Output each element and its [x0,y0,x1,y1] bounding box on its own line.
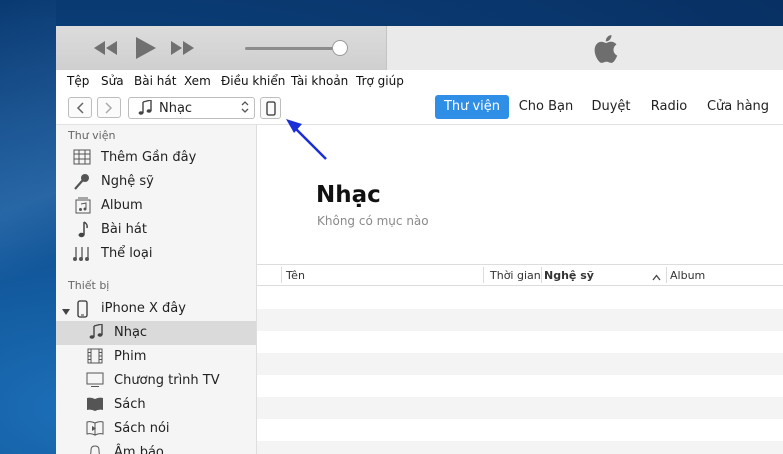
sidebar-item-label: Nghệ sỹ [101,174,154,189]
apple-logo-icon [592,35,618,67]
menu-help[interactable]: Trợ giúp [356,74,404,88]
tab-browse[interactable]: Duyệt [586,95,636,119]
sidebar-item-label: Album [101,198,143,213]
menu-bar: Tệp Sửa Bài hát Xem Điều khiển Tài khoản… [56,70,783,92]
tab-library[interactable]: Thư viện [435,95,509,119]
chevron-left-icon [76,101,84,114]
column-divider [541,267,542,283]
audiobook-icon [86,420,104,440]
tab-radio[interactable]: Radio [644,95,694,119]
sidebar: Thư viện Thêm Gần đây Nghệ sỹ Album Bài … [56,125,257,454]
toolbar: Nhạc Thư viện Cho Bạn Duyệt Radio Cửa hà… [56,92,783,125]
menu-song[interactable]: Bài hát [134,74,176,88]
menu-file[interactable]: Tệp [67,74,89,88]
sidebar-item-label: Âm báo [114,445,164,454]
menu-account[interactable]: Tài khoản [291,74,348,88]
column-divider [281,267,282,283]
sidebar-devices-header: Thiết bị [68,279,110,292]
music-note-icon [77,221,89,243]
sort-ascending-icon [652,270,661,285]
table-header: Tên Thời gian Nghệ sỹ Album [257,264,783,286]
sidebar-item-label: Chương trình TV [114,373,220,388]
sidebar-device-iphone[interactable]: iPhone X đây [56,297,256,321]
sidebar-device-item-tv-shows[interactable]: Chương trình TV [56,369,256,393]
sidebar-item-albums[interactable]: Album [56,194,256,218]
grid-icon [73,149,91,169]
volume-knob[interactable] [332,40,348,56]
play-icon [136,37,156,59]
iphone-icon [265,100,276,116]
iphone-icon [77,300,88,322]
book-icon [86,396,104,416]
back-button[interactable] [68,97,92,118]
table-row [257,397,783,419]
device-button[interactable] [260,97,281,119]
chevron-updown-icon [241,100,249,118]
sidebar-item-label: Sách nói [114,421,170,436]
sidebar-item-recently-added[interactable]: Thêm Gần đây [56,146,256,170]
page-subtitle: Không có mục nào [317,214,429,228]
sidebar-item-label: Nhạc [114,325,148,340]
sidebar-item-label: Thêm Gần đây [101,150,197,165]
page-title: Nhạc [316,182,381,208]
fast-forward-icon [171,41,194,55]
disclosure-triangle-icon[interactable] [62,304,70,319]
rewind-icon [94,41,117,55]
column-name[interactable]: Tên [286,269,305,282]
column-artist[interactable]: Nghệ sỹ [544,269,594,282]
fast-forward-button[interactable] [171,41,195,55]
sidebar-item-label: Sách [114,397,146,412]
sidebar-item-label: Bài hát [101,222,147,237]
chevron-right-icon [105,101,113,114]
column-time[interactable]: Thời gian [490,269,541,282]
sidebar-library-header: Thư viện [68,129,116,142]
microphone-icon [73,173,91,195]
sidebar-item-label: Thể loại [101,246,153,261]
sidebar-item-label: Phim [114,349,147,364]
playback-controls [56,26,387,70]
table-row [257,441,783,454]
bell-icon [88,444,102,454]
sidebar-device-item-music[interactable]: Nhạc [56,321,256,345]
menu-edit[interactable]: Sửa [101,74,124,88]
play-button[interactable] [136,37,156,59]
desktop-background [0,0,56,454]
table-row [257,353,783,375]
sidebar-item-genres[interactable]: Thể loại [56,242,256,266]
sidebar-device-label: iPhone X đây [101,301,186,316]
sidebar-device-item-tones[interactable]: Âm báo [56,441,256,454]
tab-store[interactable]: Cửa hàng [702,95,774,119]
media-selector-label: Nhạc [159,101,193,116]
film-icon [87,348,103,368]
forward-button[interactable] [97,97,121,118]
player-bar [56,26,783,70]
media-type-selector[interactable]: Nhạc [128,97,255,119]
genre-icon [73,245,91,267]
sidebar-device-item-books[interactable]: Sách [56,393,256,417]
menu-view[interactable]: Xem [184,74,211,88]
sidebar-item-songs[interactable]: Bài hát [56,218,256,242]
album-icon [75,197,91,218]
table-row [257,309,783,331]
tab-for-you[interactable]: Cho Bạn [513,95,579,119]
tv-icon [86,372,104,392]
sidebar-item-artists[interactable]: Nghệ sỹ [56,170,256,194]
music-note-icon [138,99,152,120]
sidebar-device-item-movies[interactable]: Phim [56,345,256,369]
column-album[interactable]: Album [670,269,705,282]
column-divider [483,267,484,283]
sidebar-device-item-audiobooks[interactable]: Sách nói [56,417,256,441]
column-divider [666,267,667,283]
menu-controls[interactable]: Điều khiển [221,74,285,88]
music-note-icon [89,323,103,344]
main-content: Nhạc Không có mục nào Tên Thời gian Nghệ… [257,125,783,454]
itunes-window: Tệp Sửa Bài hát Xem Điều khiển Tài khoản… [56,26,783,454]
rewind-button[interactable] [94,41,118,55]
volume-slider[interactable] [245,47,341,50]
